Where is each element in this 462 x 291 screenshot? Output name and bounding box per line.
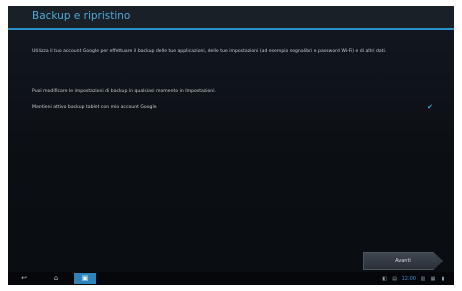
system-navigation-bar: ↩ ⌂ ▣ ◧ ▤ 12:00 ▥ ▦ ▮ [8,272,454,285]
backup-option-label: Mantieni attivo backup tablet con mio ac… [32,105,157,110]
header-bar: Backup e ripristino [8,6,454,28]
status-area[interactable]: ◧ ▤ 12:00 ▥ ▦ ▮ [382,274,446,283]
battery-icon: ▮ [441,275,445,282]
backup-option-row[interactable]: Mantieni attivo backup tablet con mio ac… [8,100,454,114]
wifi-icon: ▥ [420,275,426,282]
backup-checkbox-check-icon[interactable]: ✔ [426,103,434,111]
back-icon[interactable]: ↩ [18,273,30,284]
recent-apps-icon[interactable]: ▣ [74,273,96,284]
title-divider [8,28,454,30]
backup-description: Utilizza il tuo account Google per effet… [32,49,387,54]
keyboard-icon: ▤ [392,275,397,282]
setup-screen: Backup e ripristino Utilizza il tuo acco… [8,6,454,285]
notification-icon: ◧ [382,275,387,282]
page-title: Backup e ripristino [32,10,131,22]
signal-icon: ▦ [430,275,436,282]
status-time: 12:00 [401,275,416,282]
home-icon[interactable]: ⌂ [50,273,62,284]
modify-settings-text: Puoi modificare le impostazioni di backu… [32,89,216,94]
next-button[interactable]: Avanti [363,252,443,270]
